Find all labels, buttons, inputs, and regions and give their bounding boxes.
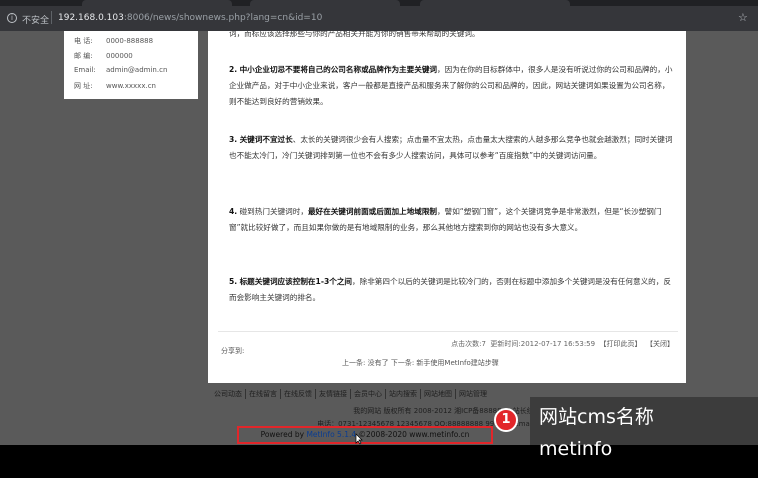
divider <box>218 331 678 332</box>
paragraph-bold: 关键词不宜过长 <box>239 135 293 144</box>
paragraph-2: 2. 中小企业切忌不要将自己的公司名称或品牌作为主要关键词，因为在你的目标群体中… <box>229 62 675 110</box>
paragraph-number: 3. <box>229 135 238 144</box>
bottom-bar <box>0 445 758 478</box>
bookmark-star-icon[interactable]: ☆ <box>738 11 748 24</box>
step-badge: 1 <box>494 408 518 432</box>
web-page: 电 话: 0000-888888 邮 编: 000000 Email: admin@a… <box>0 31 758 445</box>
powered-prefix: Powered by <box>260 430 305 439</box>
contact-row-phone: 电 话: 0000-888888 <box>74 36 153 46</box>
paragraph-5: 5. 标题关键词应该控制在1-3个之间，除非第四个以后的关键词是比较冷门的，否则… <box>229 274 675 306</box>
url-host: 192.168.0.103 <box>58 13 124 23</box>
contact-value[interactable]: admin@admin.cn <box>106 66 167 74</box>
updated-label: 更新时间: <box>490 340 521 348</box>
paragraph-text: 、太长的关键词很少会有人搜索；点击量不宜太热，点击量太大搜索的人越多那么竞争也就… <box>229 135 673 160</box>
contact-value[interactable]: www.xxxxx.cn <box>106 82 156 90</box>
close-link[interactable]: 【关闭】 <box>646 340 674 348</box>
footer-link-news[interactable]: 公司动态 <box>211 389 245 399</box>
paragraph-4: 4. 碰到热门关键词时，最好在关键词前面或后面加上地域限制，譬如“塑钢门窗”，这… <box>229 204 675 236</box>
paragraph-bold: 中小企业切忌不要将自己的公司名称或品牌作为主要关键词 <box>239 65 438 74</box>
url-text[interactable]: 192.168.0.103:8006/news/shownews.php?lan… <box>58 13 322 23</box>
paragraph-number: 5. <box>229 277 238 286</box>
contact-key: 邮 编: <box>74 52 93 60</box>
share-label: 分享到: <box>221 347 245 355</box>
paragraph-fragment: 词，而标应该选择那些与你的产品相关并能为你的销售带来帮助的关键词。 <box>229 31 480 38</box>
contact-value: 000000 <box>106 52 133 60</box>
url-path: :8006/news/shownews.php?lang=cn&id=10 <box>123 13 323 23</box>
footer-link-message[interactable]: 在线留言 <box>245 389 280 399</box>
footer-link-sitemap[interactable]: 网站地图 <box>420 389 455 399</box>
mouse-cursor-icon <box>355 433 363 445</box>
contact-key: Email: <box>74 66 96 74</box>
clicks-label: 点击次数: <box>451 340 482 348</box>
contact-panel: 电 话: 0000-888888 邮 编: 000000 Email: admin@a… <box>64 31 198 99</box>
contact-value: 0000-888888 <box>106 37 154 45</box>
clicks-count: 7 <box>481 340 486 348</box>
footer-link-admin[interactable]: 网站管理 <box>455 389 490 399</box>
address-bar[interactable]: i 不安全 192.168.0.103:8006/news/shownews.p… <box>0 6 758 31</box>
contact-key: 电 话: <box>74 37 93 45</box>
paragraph-bold: 标题关键词应该控制在1-3个之间 <box>239 277 353 286</box>
screenshot-frame: i 不安全 192.168.0.103:8006/news/shownews.p… <box>0 0 758 478</box>
footer-link-search[interactable]: 站内搜索 <box>385 389 420 399</box>
contact-row-website: 网 址: www.xxxxx.cn <box>74 81 156 91</box>
paragraph-3: 3. 关键词不宜过长、太长的关键词很少会有人搜索；点击量不宜太热，点击量太大搜索… <box>229 132 675 164</box>
paragraph-bold: 最好在关键词前面或后面加上地域限制 <box>307 207 438 216</box>
print-link[interactable]: 【打印此页】 <box>600 340 642 348</box>
callout-line-1: 网站cms名称 <box>539 406 654 428</box>
prev-label: 上一条: <box>342 359 366 367</box>
contact-row-zip: 邮 编: 000000 <box>74 51 133 61</box>
footer-link-friend-links[interactable]: 友情链接 <box>315 389 350 399</box>
powered-by-highlight: Powered by MetInfo 5.1.4 ©2008-2020 www.… <box>237 426 493 444</box>
contact-key: 网 址: <box>74 82 93 90</box>
prev-value: 没有了 <box>367 359 389 367</box>
security-label[interactable]: 不安全 <box>22 13 49 26</box>
article-meta: 点击次数:7 更新时间:2012-07-17 16:53:59 【打印此页】 【… <box>451 339 674 349</box>
metinfo-version-link[interactable]: MetInfo 5.1.4 <box>306 430 356 439</box>
next-article-link[interactable]: 新手使用MetInfo建站步骤 <box>416 359 498 367</box>
paragraph-text: 碰到热门关键词时， <box>239 207 308 216</box>
powered-suffix: ©2008-2020 www.metinfo.cn <box>358 430 470 439</box>
contact-row-email: Email: admin@admin.cn <box>74 66 167 74</box>
url-separator <box>51 11 52 24</box>
prev-next-nav: 上一条: 没有了 下一条: 新手使用MetInfo建站步骤 <box>342 358 499 368</box>
paragraph-number: 4. <box>229 207 238 216</box>
paragraph-number: 2. <box>229 65 238 74</box>
footer-link-member[interactable]: 会员中心 <box>350 389 385 399</box>
updated-time: 2012-07-17 16:53:59 <box>520 340 596 348</box>
next-label: 下一条: <box>390 359 415 367</box>
callout-line-2: metinfo <box>539 438 613 460</box>
article-body: 词，而标应该选择那些与你的产品相关并能为你的销售带来帮助的关键词。 2. 中小企… <box>208 31 686 383</box>
footer-link-feedback[interactable]: 在线反馈 <box>280 389 315 399</box>
footer-nav: 公司动态 在线留言 在线反馈 友情链接 会员中心 站内搜索 网站地图 网站管理 <box>211 389 490 399</box>
info-icon[interactable]: i <box>7 13 17 23</box>
